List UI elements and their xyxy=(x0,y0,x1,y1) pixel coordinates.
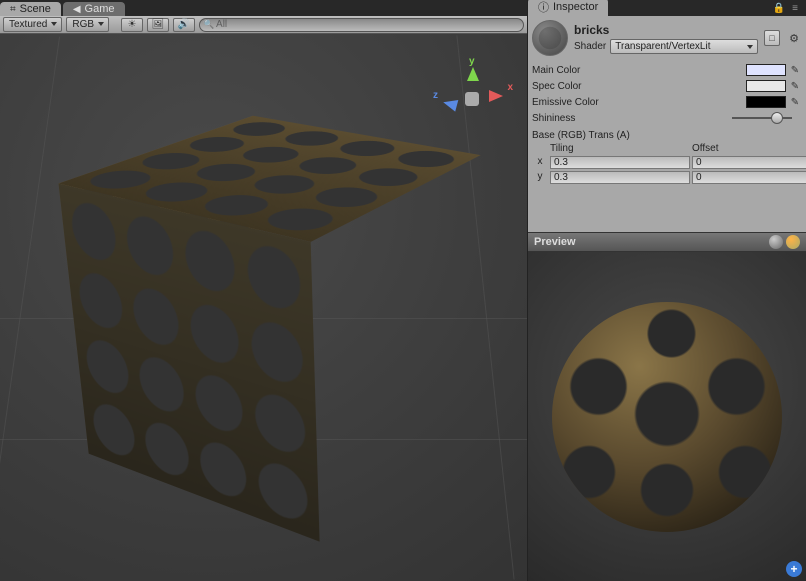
eyedropper-icon-3[interactable]: ✎ xyxy=(788,95,802,109)
tab-scene[interactable]: ⌗ Scene xyxy=(0,2,61,16)
orientation-gizmo[interactable]: y x z xyxy=(437,64,507,134)
gizmo-x-label: x xyxy=(507,82,513,93)
panel-menu-icon[interactable]: ≡ xyxy=(788,1,802,15)
gizmo-z-axis[interactable] xyxy=(442,96,459,111)
offset-header: Offset xyxy=(692,143,806,154)
texture-title: Base (RGB) Trans (A) xyxy=(532,130,806,141)
color-mode-dropdown[interactable]: RGB xyxy=(66,17,109,32)
scene-cube xyxy=(260,324,527,581)
main-color-label: Main Color xyxy=(532,65,746,76)
left-tab-bar: ⌗ Scene ◀ Game xyxy=(0,0,527,16)
game-icon: ◀ xyxy=(73,4,81,15)
add-button[interactable]: + xyxy=(786,561,802,577)
eyedropper-icon[interactable]: ✎ xyxy=(788,63,802,77)
inspector-tab-bar: ⓘ Inspector 🔒 ≡ xyxy=(528,0,806,16)
tab-scene-label: Scene xyxy=(20,3,51,15)
eyedropper-icon-2[interactable]: ✎ xyxy=(788,79,802,93)
gizmo-center xyxy=(465,92,479,106)
inspector-panel: ⓘ Inspector 🔒 ≡ bricks Shader Transparen… xyxy=(527,0,806,581)
lighting-toggle[interactable]: ☀ xyxy=(121,18,143,32)
fx-toggle[interactable]: 🖼 xyxy=(147,18,169,32)
material-name: bricks xyxy=(574,23,758,37)
tab-game-label: Game xyxy=(85,3,115,15)
tiling-y-input[interactable] xyxy=(550,171,690,184)
help-icon[interactable]: □ xyxy=(764,30,780,46)
inspector-icon: ⓘ xyxy=(538,0,549,15)
material-preview-icon xyxy=(532,20,568,56)
preview-header[interactable]: Preview xyxy=(528,232,806,252)
preview-sphere-icon[interactable] xyxy=(769,235,783,249)
render-mode-dropdown[interactable]: Textured xyxy=(3,17,62,32)
preview-sphere xyxy=(552,302,782,532)
tiling-header: Tiling xyxy=(550,143,690,154)
gizmo-y-axis[interactable] xyxy=(467,67,479,81)
tab-inspector[interactable]: ⓘ Inspector xyxy=(528,0,608,16)
shininess-label: Shininess xyxy=(532,113,732,124)
search-input[interactable]: All xyxy=(199,18,524,32)
audio-toggle[interactable]: 🔊 xyxy=(173,18,195,32)
shininess-slider[interactable] xyxy=(732,117,792,119)
preview-viewport[interactable]: + xyxy=(528,252,806,581)
emissive-color-swatch[interactable] xyxy=(746,96,786,108)
preview-light-icon[interactable] xyxy=(786,235,800,249)
main-color-swatch[interactable] xyxy=(746,64,786,76)
gizmo-y-label: y xyxy=(469,56,475,67)
tab-inspector-label: Inspector xyxy=(553,1,598,13)
gizmo-z-label: z xyxy=(433,90,438,101)
offset-y-input[interactable] xyxy=(692,171,806,184)
scene-icon: ⌗ xyxy=(10,4,16,15)
tiling-x-input[interactable] xyxy=(550,156,690,169)
offset-x-input[interactable] xyxy=(692,156,806,169)
preview-title: Preview xyxy=(534,236,576,248)
gear-icon[interactable]: ⚙ xyxy=(786,30,802,46)
material-header: bricks Shader Transparent/VertexLit □ ⚙ xyxy=(528,16,806,60)
scene-toolbar: Textured RGB ☀ 🖼 🔊 All xyxy=(0,16,527,34)
emissive-color-label: Emissive Color xyxy=(532,97,746,108)
texture-section: Base (RGB) Trans (A) Tiling Offset x y S… xyxy=(528,128,806,192)
gizmo-x-axis[interactable] xyxy=(489,90,503,102)
shader-dropdown[interactable]: Transparent/VertexLit xyxy=(610,39,758,54)
y-label: y xyxy=(532,171,548,184)
material-properties: Main Color ✎ Spec Color ✎ Emissive Color… xyxy=(528,60,806,128)
spec-color-swatch[interactable] xyxy=(746,80,786,92)
lock-icon[interactable]: 🔒 xyxy=(772,1,786,15)
scene-viewport[interactable]: y x z xyxy=(0,34,527,581)
shader-label: Shader xyxy=(574,41,606,52)
tab-game[interactable]: ◀ Game xyxy=(63,2,125,16)
x-label: x xyxy=(532,156,548,169)
scene-panel: ⌗ Scene ◀ Game Textured RGB ☀ 🖼 🔊 All xyxy=(0,0,527,581)
search-placeholder: All xyxy=(216,19,227,30)
spec-color-label: Spec Color xyxy=(532,81,746,92)
